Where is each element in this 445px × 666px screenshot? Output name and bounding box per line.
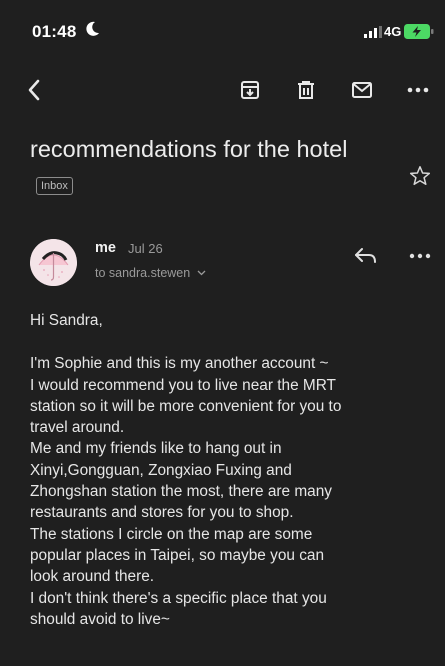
mail-icon xyxy=(352,82,372,98)
umbrella-avatar-icon xyxy=(30,239,77,286)
subject-text: recommendations for the hotel xyxy=(30,136,348,162)
archive-button[interactable] xyxy=(234,74,266,106)
more-options-button[interactable] xyxy=(402,74,434,106)
clock: 01:48 xyxy=(32,22,77,41)
trash-icon xyxy=(298,81,314,99)
back-button[interactable] xyxy=(18,74,50,106)
message-more-icon[interactable] xyxy=(408,245,432,267)
body-line: I don't think there's a specific place t… xyxy=(30,589,327,607)
message-date: Jul 26 xyxy=(128,241,163,256)
recipient-details-toggle[interactable]: to sandra.stewen xyxy=(95,266,206,280)
message-body: Hi Sandra, I'm Sophie and this is my ano… xyxy=(30,310,435,630)
toolbar xyxy=(0,62,445,118)
delete-button[interactable] xyxy=(290,74,322,106)
recipient-text: to sandra.stewen xyxy=(95,266,191,280)
email-subject: recommendations for the hotel Inbox xyxy=(30,131,390,203)
sender-name: me xyxy=(95,240,116,256)
moon-icon xyxy=(86,21,99,36)
body-line: look around there. xyxy=(30,568,155,586)
body-line: should avoid to live~ xyxy=(30,610,170,628)
greeting: Hi Sandra, xyxy=(30,312,103,329)
body-line: Me and my friends like to hang out in xyxy=(30,440,282,458)
signal-icon xyxy=(364,26,382,38)
body-line: I would recommend you to live near the M… xyxy=(30,376,336,394)
body-line: I'm Sophie and this is my another accoun… xyxy=(30,355,329,373)
reply-icon[interactable] xyxy=(353,245,379,267)
status-bar: 01:48 4G xyxy=(0,0,445,62)
network-type: 4G xyxy=(384,24,402,39)
body-line: travel around. xyxy=(30,419,125,437)
body-line: station so it will be more convenient fo… xyxy=(30,397,342,415)
more-horizontal-icon xyxy=(407,87,429,93)
battery-charging-icon xyxy=(404,24,434,39)
sender-avatar[interactable] xyxy=(30,239,77,286)
body-line: restaurants and stores for you to shop. xyxy=(30,504,294,522)
archive-icon xyxy=(241,81,259,99)
chevron-down-icon xyxy=(197,270,206,276)
mark-unread-button[interactable] xyxy=(346,74,378,106)
chevron-left-icon xyxy=(28,79,40,101)
inbox-label-badge[interactable]: Inbox xyxy=(36,177,73,195)
body-line: Zhongshan station the most, there are ma… xyxy=(30,483,332,501)
body-line: popular places in Taipei, so maybe you c… xyxy=(30,546,325,564)
body-line: Xinyi,Gongguan, Zongxiao Fuxing and xyxy=(30,461,292,479)
body-line: The stations I circle on the map are som… xyxy=(30,525,313,543)
star-icon[interactable] xyxy=(409,165,431,187)
